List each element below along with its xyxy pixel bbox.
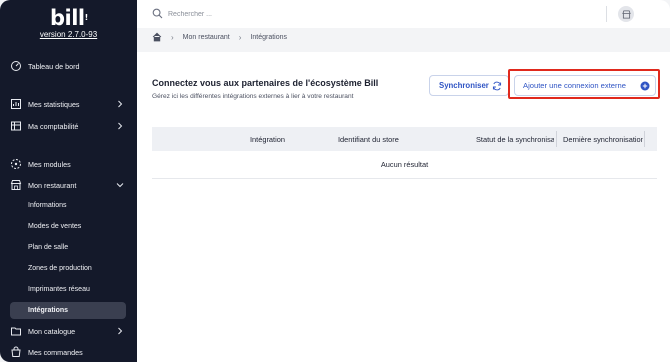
sidebar-subitem-label: Intégrations [28, 307, 69, 314]
chevron-right-icon [118, 100, 123, 108]
sidebar-subitem-label: Imprimantes réseau [28, 286, 90, 293]
sync-button-label: Synchroniser [439, 81, 489, 90]
store-switcher-button[interactable] [618, 6, 634, 22]
sidebar-item-label: Ma comptabilité [28, 121, 79, 131]
chevron-down-icon [116, 183, 124, 188]
column-header[interactable]: Intégration [250, 127, 330, 151]
sidebar: bill! version 2.7.0-93 Tableau de bord M… [0, 0, 137, 362]
refresh-icon [492, 81, 502, 91]
sidebar-item-catalog[interactable]: Mon catalogue [0, 322, 137, 340]
sidebar-subitem-production-zones[interactable]: Zones de production [10, 260, 126, 277]
sidebar-item-label: Mon restaurant [28, 180, 77, 190]
column-divider [556, 131, 557, 147]
bill-logo: bill! [50, 6, 88, 30]
column-divider [644, 131, 645, 147]
orders-icon [11, 346, 21, 357]
sidebar-item-modules[interactable]: Mes modules [0, 155, 137, 173]
sidebar-subitem-label: Modes de ventes [28, 223, 82, 230]
breadcrumb-separator: › [238, 32, 242, 42]
sidebar-item-label: Mon catalogue [28, 326, 76, 336]
sidebar-item-label: Mes modules [28, 159, 71, 169]
page-title: Connectez vous aux partenaires de l'écos… [152, 78, 379, 88]
breadcrumb-separator: › [171, 32, 174, 42]
column-header[interactable]: Identifiant du store [338, 127, 448, 151]
sidebar-item-dashboard[interactable]: Tableau de bord [0, 57, 137, 75]
topbar-divider [606, 6, 607, 22]
store-icon [621, 9, 631, 19]
sidebar-subitem-integrations[interactable]: Intégrations [10, 302, 126, 319]
sidebar-item-accounting[interactable]: Ma comptabilité [0, 117, 137, 135]
sidebar-subitem-label: Plan de salle [28, 244, 69, 251]
version-link[interactable]: version 2.7.0-93 [0, 30, 137, 39]
breadcrumb: › Mon restaurant › Intégrations [152, 31, 287, 43]
sidebar-item-stats[interactable]: Mes statistiques [0, 95, 137, 113]
sidebar-subitem-sales-modes[interactable]: Modes de ventes [10, 218, 126, 235]
sidebar-subitem-network-printers[interactable]: Imprimantes réseau [10, 281, 126, 298]
sidebar-item-orders[interactable]: Mes commandes [0, 343, 137, 361]
column-header[interactable]: Statut de la synchronisation [476, 127, 554, 151]
search-input[interactable] [168, 7, 368, 21]
table-header: Intégration Identifiant du store Statut … [152, 127, 657, 151]
sidebar-subitem-label: Informations [28, 202, 67, 209]
sidebar-subitem-informations[interactable]: Informations [10, 197, 126, 214]
sidebar-item-restaurant[interactable]: Mon restaurant [0, 176, 137, 194]
topbar [137, 0, 670, 28]
search-icon [152, 8, 163, 19]
table-empty-row: Aucun résultat [152, 151, 657, 179]
store-icon [10, 180, 22, 190]
sync-button[interactable]: Synchroniser [429, 75, 509, 96]
sidebar-item-label: Mes statistiques [28, 99, 80, 109]
chevron-right-icon [118, 122, 123, 130]
page-subtitle: Gérez ici les différentes intégrations e… [152, 93, 354, 100]
add-circle-icon [640, 81, 650, 91]
dashboard-icon [11, 61, 21, 71]
breadcrumb-item[interactable]: Mon restaurant [183, 34, 230, 41]
sidebar-item-label: Mes commandes [28, 347, 83, 357]
add-button-label: Ajouter une connexion externe [523, 81, 627, 90]
add-external-connection-button[interactable]: Ajouter une connexion externe [514, 75, 656, 96]
column-header[interactable]: Dernière synchronisation [563, 127, 643, 151]
breadcrumb-item-current: Intégrations [250, 33, 288, 41]
accounting-icon [11, 121, 21, 131]
home-icon[interactable] [152, 32, 162, 42]
stats-icon [11, 99, 21, 109]
catalog-icon [11, 327, 21, 336]
modules-icon [11, 159, 21, 169]
sidebar-subitem-label: Zones de production [28, 265, 92, 272]
sidebar-item-label: Tableau de bord [28, 61, 80, 71]
chevron-right-icon [118, 327, 123, 335]
sidebar-subitem-floor-plan[interactable]: Plan de salle [10, 239, 126, 256]
